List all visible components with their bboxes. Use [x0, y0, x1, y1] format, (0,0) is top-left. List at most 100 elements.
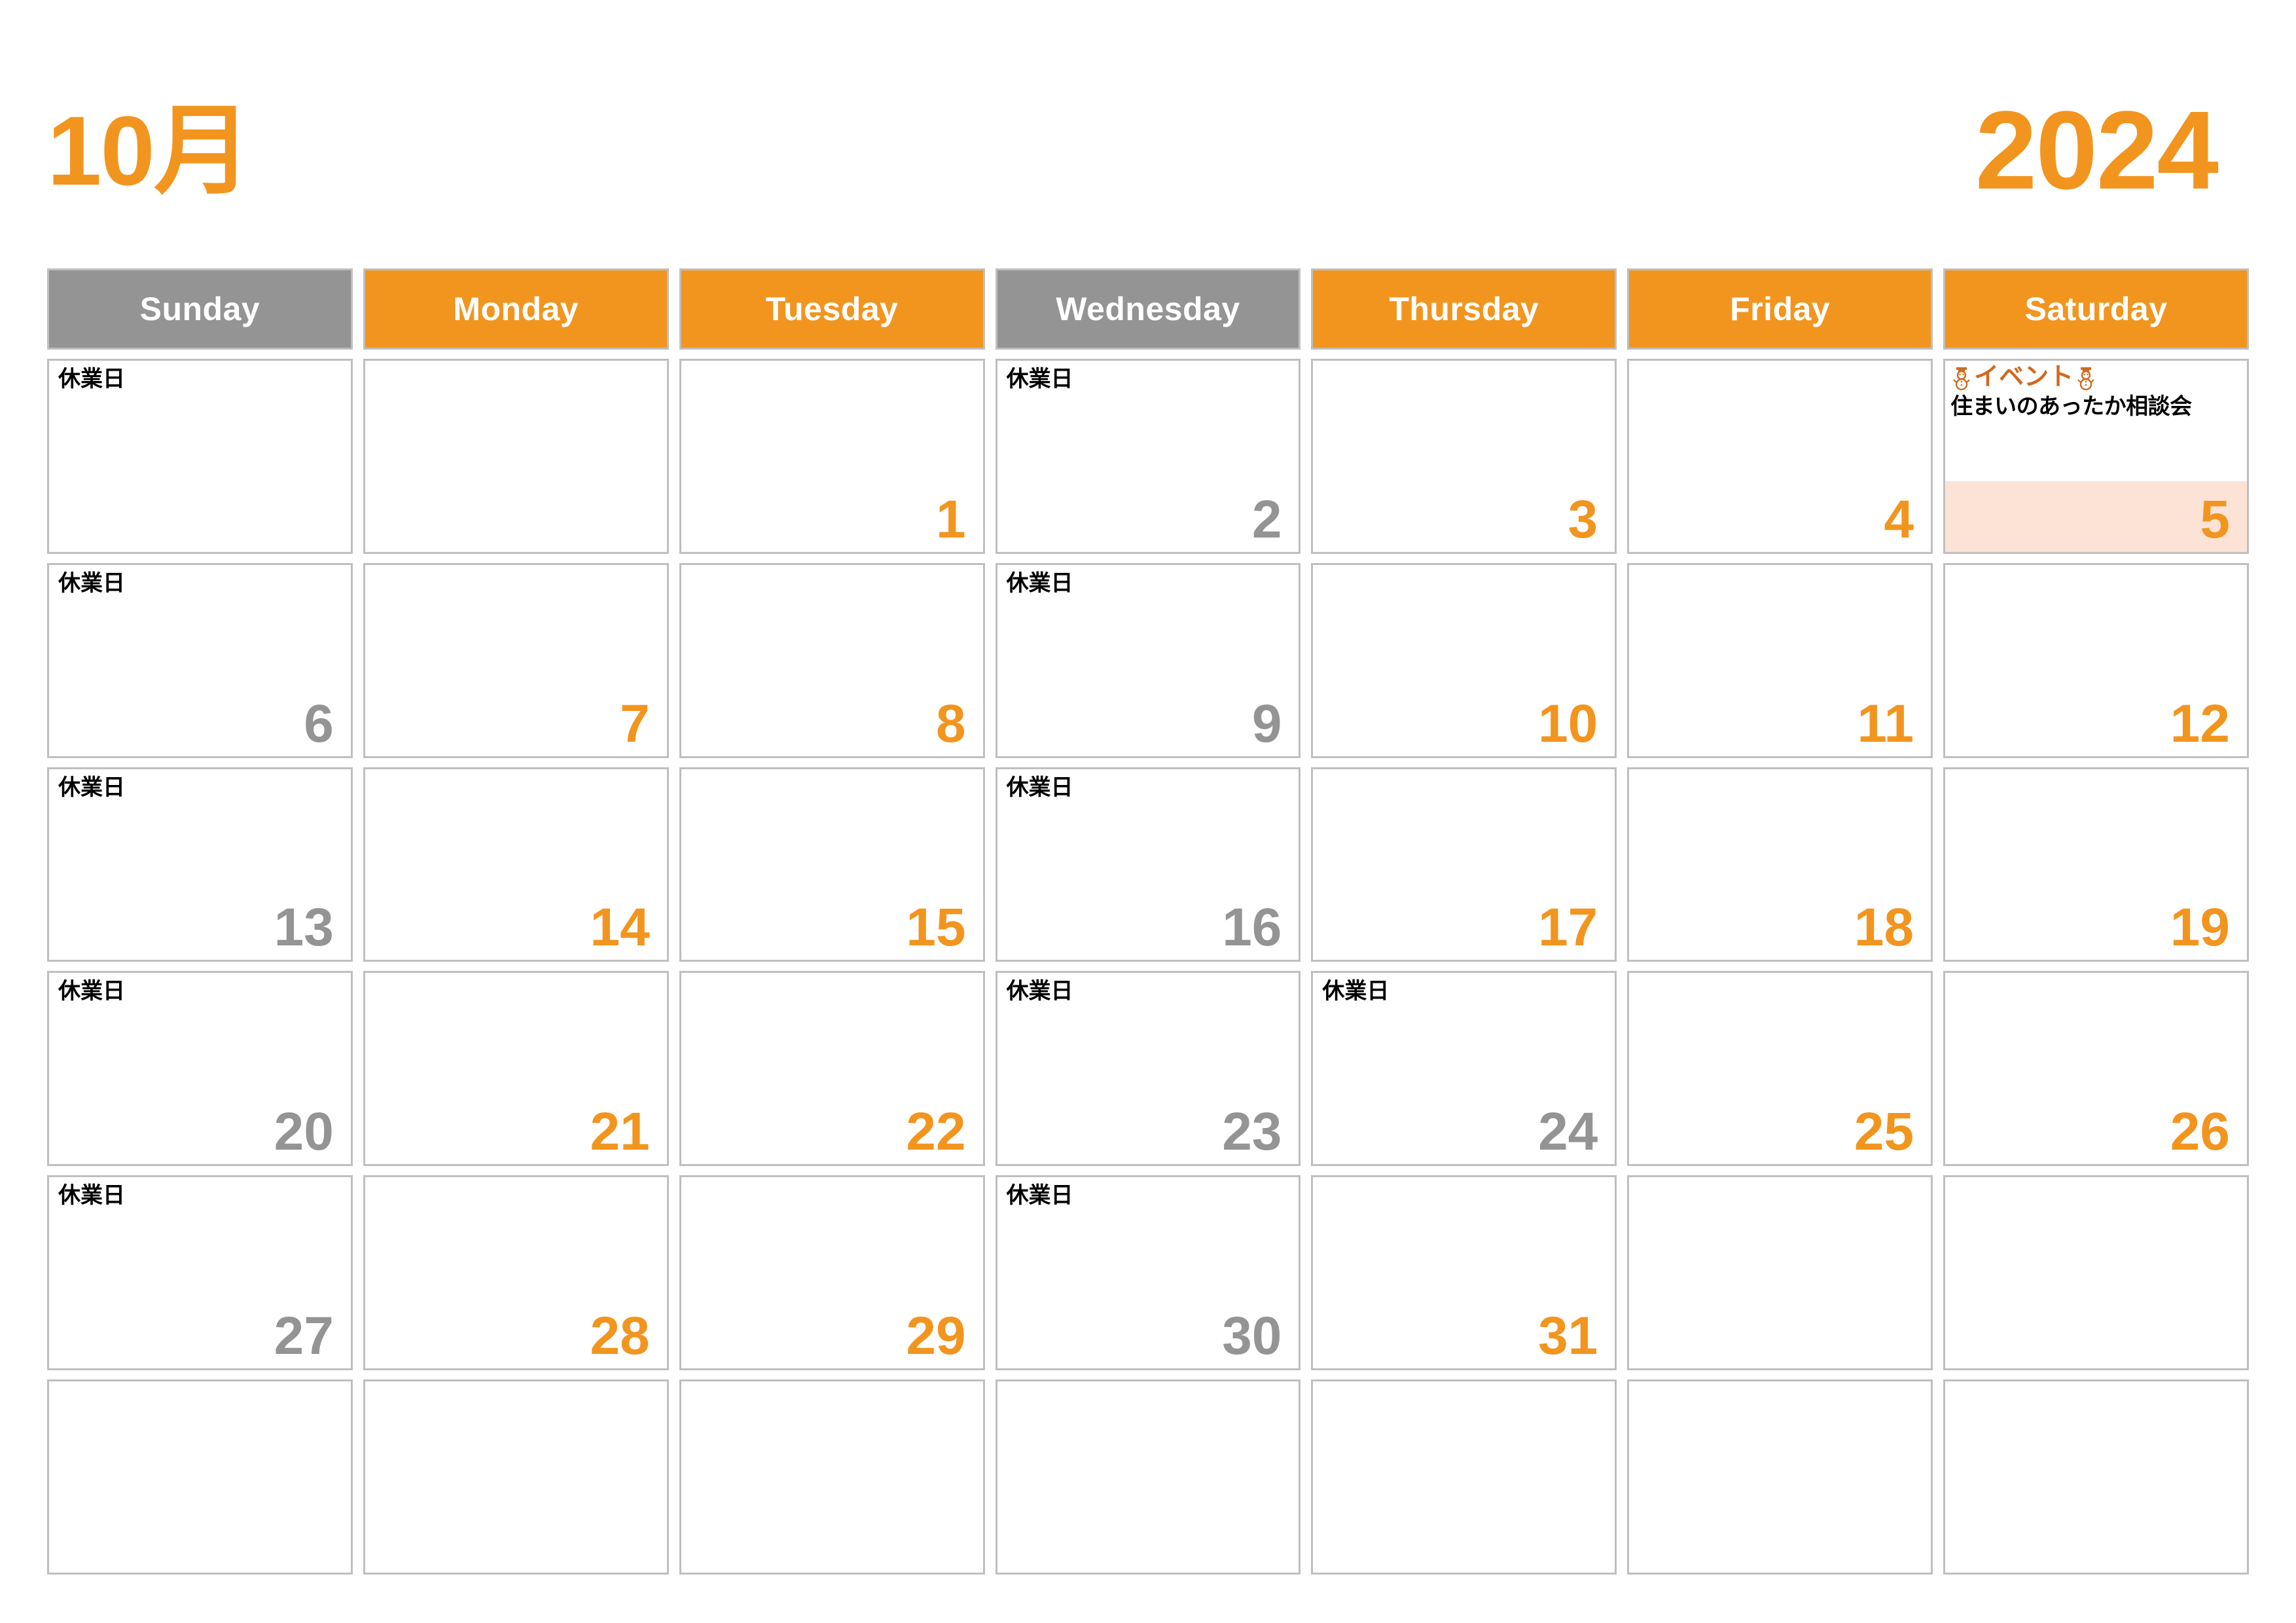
week-row: 休業日 27 28 29 休業日 30 31 — [47, 1175, 2249, 1371]
closed-day-label: 休業日 — [58, 367, 125, 392]
day-number: 16 — [1222, 898, 1282, 958]
day-cell-3[interactable]: 3 — [1311, 359, 1617, 554]
week-row: 休業日 20 21 22 休業日 23 休業日 24 25 26 — [47, 971, 2249, 1167]
weekday-label: Wednesday — [1056, 291, 1240, 327]
day-cell-empty[interactable] — [1311, 1379, 1617, 1575]
day-number: 22 — [906, 1102, 966, 1162]
day-cell-26[interactable]: 26 — [1943, 971, 2249, 1167]
day-cell-27[interactable]: 休業日 27 — [47, 1175, 353, 1371]
day-number: 29 — [906, 1306, 966, 1366]
weekday-label: Saturday — [2024, 291, 2168, 327]
day-cell-22[interactable]: 22 — [679, 971, 985, 1167]
day-number: 5 — [2200, 489, 2230, 549]
day-cell-17[interactable]: 17 — [1311, 767, 1617, 962]
day-number: 20 — [274, 1102, 334, 1162]
day-number: 3 — [1568, 489, 1598, 549]
day-number: 24 — [1538, 1102, 1598, 1162]
event-title: 住まいのあったか相談会 — [1950, 393, 2192, 419]
day-number: 9 — [1251, 693, 1282, 754]
closed-day-label: 休業日 — [58, 1183, 125, 1209]
day-number: 19 — [2170, 898, 2230, 958]
day-number: 27 — [274, 1306, 334, 1366]
closed-day-label: 休業日 — [58, 775, 125, 800]
day-number: 12 — [2170, 693, 2230, 754]
closed-day-label: 休業日 — [1006, 570, 1073, 596]
day-cell-empty[interactable]: 休業日 — [47, 359, 353, 554]
closed-day-label: 休業日 — [58, 979, 125, 1004]
closed-day-label: 休業日 — [1006, 775, 1073, 800]
closed-day-label: 休業日 — [1322, 979, 1390, 1004]
day-number: 10 — [1538, 693, 1598, 754]
day-cell-empty[interactable] — [363, 1379, 669, 1575]
day-cell-29[interactable]: 29 — [679, 1175, 985, 1371]
day-number: 25 — [1854, 1102, 1914, 1162]
day-number: 1 — [935, 489, 966, 549]
day-cell-empty[interactable] — [47, 1379, 353, 1575]
calendar-weeks: 休業日 1 休業日 2 3 4 イベント 住まいのあったか相談会 5 休業日 6 7 8 休業日 9 10 11… — [47, 359, 2249, 1575]
day-number: 11 — [1857, 693, 1914, 754]
day-cell-18[interactable]: 18 — [1627, 767, 1933, 962]
day-number: 13 — [274, 898, 334, 958]
month-title: 10月 — [47, 96, 252, 206]
weekday-header-row: Sunday Monday Tuesday Wednesday Thursday Frid… — [47, 268, 2249, 350]
day-number: 7 — [620, 693, 650, 754]
day-cell-13[interactable]: 休業日 13 — [47, 767, 353, 962]
snowman-icon — [1950, 365, 1973, 391]
week-row: 休業日 1 休業日 2 3 4 イベント 住まいのあったか相談会 5 — [47, 359, 2249, 554]
day-cell-empty[interactable] — [1943, 1379, 2249, 1575]
day-cell-9[interactable]: 休業日 9 — [995, 562, 1301, 758]
weekday-header-friday: Friday — [1627, 268, 1933, 350]
day-cell-4[interactable]: 4 — [1627, 359, 1933, 554]
day-cell-1[interactable]: 1 — [679, 359, 985, 554]
event-block: イベント 住まいのあったか相談会 — [1945, 361, 2247, 420]
closed-day-label: 休業日 — [1006, 979, 1073, 1004]
day-cell-16[interactable]: 休業日 16 — [995, 767, 1301, 962]
day-cell-12[interactable]: 12 — [1943, 562, 2249, 758]
week-row — [47, 1379, 2249, 1575]
calendar-title-bar: 10月 2024 — [47, 79, 2249, 223]
day-cell-empty[interactable] — [679, 1379, 985, 1575]
day-number: 26 — [2170, 1102, 2230, 1162]
day-number: 28 — [590, 1306, 650, 1366]
day-cell-21[interactable]: 21 — [363, 971, 669, 1167]
day-cell-7[interactable]: 7 — [363, 562, 669, 758]
day-cell-20[interactable]: 休業日 20 — [47, 971, 353, 1167]
day-cell-5[interactable]: イベント 住まいのあったか相談会 5 — [1943, 359, 2249, 554]
closed-day-label: 休業日 — [1006, 367, 1073, 392]
weekday-header-thursday: Thursday — [1311, 268, 1617, 350]
day-number: 4 — [1884, 489, 1914, 549]
weekday-header-wednesday: Wednesday — [995, 268, 1301, 350]
weekday-label: Friday — [1730, 291, 1831, 327]
day-cell-24[interactable]: 休業日 24 — [1311, 971, 1617, 1167]
day-cell-15[interactable]: 15 — [679, 767, 985, 962]
day-cell-25[interactable]: 25 — [1627, 971, 1933, 1167]
weekday-header-tuesday: Tuesday — [679, 268, 985, 350]
day-number: 30 — [1222, 1306, 1282, 1366]
day-cell-8[interactable]: 8 — [679, 562, 985, 758]
day-cell-empty[interactable] — [1627, 1175, 1933, 1371]
week-row: 休業日 6 7 8 休業日 9 10 11 12 — [47, 562, 2249, 758]
snowman-icon — [2075, 365, 2097, 391]
day-cell-empty[interactable] — [1943, 1175, 2249, 1371]
day-cell-30[interactable]: 休業日 30 — [995, 1175, 1301, 1371]
day-cell-2[interactable]: 休業日 2 — [995, 359, 1301, 554]
day-number: 2 — [1251, 489, 1282, 549]
day-cell-23[interactable]: 休業日 23 — [995, 971, 1301, 1167]
day-cell-empty[interactable] — [1627, 1379, 1933, 1575]
week-row: 休業日 13 14 15 休業日 16 17 18 19 — [47, 767, 2249, 962]
day-cell-14[interactable]: 14 — [363, 767, 669, 962]
weekday-header-monday: Monday — [363, 268, 669, 350]
day-cell-28[interactable]: 28 — [363, 1175, 669, 1371]
day-cell-19[interactable]: 19 — [1943, 767, 2249, 962]
day-cell-31[interactable]: 31 — [1311, 1175, 1617, 1371]
weekday-header-sunday: Sunday — [47, 268, 353, 350]
day-number: 14 — [590, 898, 650, 958]
day-cell-empty[interactable] — [995, 1379, 1301, 1575]
weekday-label: Tuesday — [765, 291, 899, 327]
day-cell-11[interactable]: 11 — [1627, 562, 1933, 758]
day-cell-6[interactable]: 休業日 6 — [47, 562, 353, 758]
day-number: 8 — [935, 693, 966, 754]
day-number: 31 — [1538, 1306, 1598, 1366]
day-cell-10[interactable]: 10 — [1311, 562, 1617, 758]
day-cell-empty[interactable] — [363, 359, 669, 554]
